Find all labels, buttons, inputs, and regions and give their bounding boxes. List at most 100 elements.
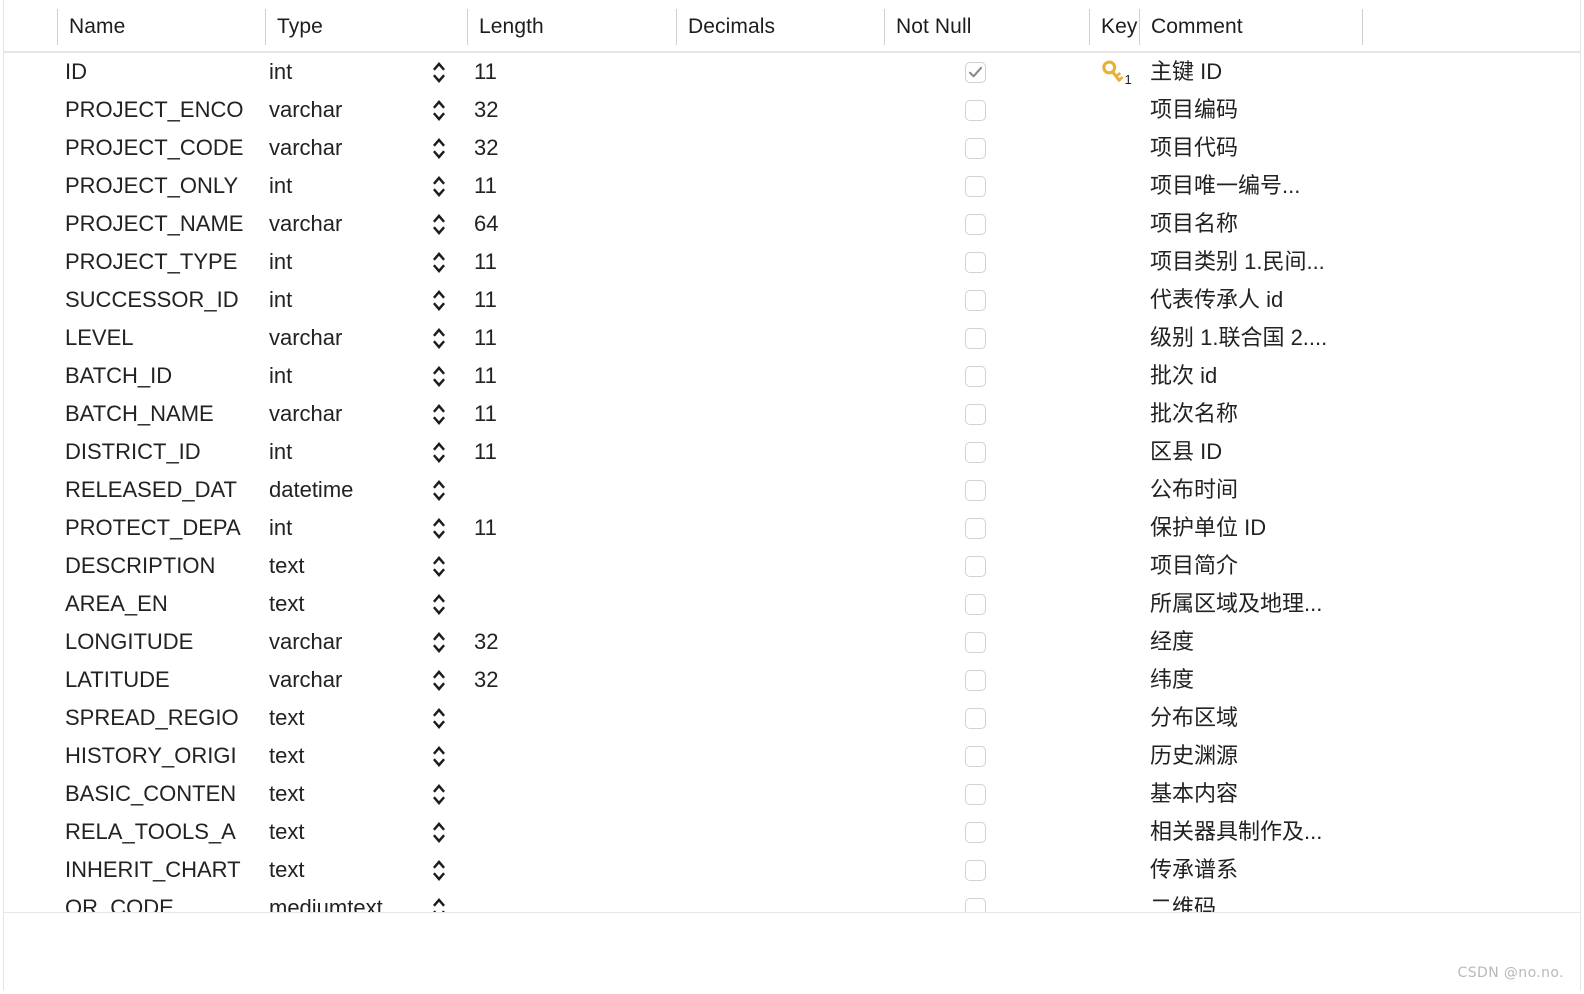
- column-key-cell[interactable]: [1094, 889, 1142, 912]
- column-key-cell[interactable]: [1094, 699, 1142, 737]
- column-name-cell[interactable]: DISTRICT_ID: [65, 433, 265, 471]
- column-name-cell[interactable]: AREA_EN: [65, 585, 265, 623]
- checkbox-unchecked-icon[interactable]: [965, 214, 986, 235]
- column-key-cell[interactable]: [1094, 471, 1142, 509]
- column-decimals-cell[interactable]: [680, 737, 870, 775]
- type-stepper-cell[interactable]: [428, 699, 462, 737]
- column-name-cell[interactable]: QR_CODE: [65, 889, 265, 912]
- type-stepper-cell[interactable]: [428, 243, 462, 281]
- table-row[interactable]: PROJECT_TYPE int 11 项目类别 1.民间...: [4, 243, 1580, 281]
- stepper-chevrons-icon[interactable]: [428, 479, 450, 502]
- column-not-null-cell[interactable]: [884, 205, 1084, 243]
- column-type-cell[interactable]: varchar: [269, 661, 424, 699]
- column-decimals-cell[interactable]: [680, 889, 870, 912]
- column-header-type[interactable]: Type: [265, 9, 467, 45]
- column-not-null-cell[interactable]: [884, 243, 1084, 281]
- column-key-cell[interactable]: [1094, 357, 1142, 395]
- column-length-cell[interactable]: 32: [474, 623, 664, 661]
- column-name-cell[interactable]: PROJECT_TYPE: [65, 243, 265, 281]
- table-row[interactable]: AREA_EN text 所属区域及地理...: [4, 585, 1580, 623]
- checkbox-unchecked-icon[interactable]: [965, 898, 986, 912]
- stepper-chevrons-icon[interactable]: [428, 213, 450, 236]
- checkbox-unchecked-icon[interactable]: [965, 518, 986, 539]
- type-stepper-cell[interactable]: [428, 319, 462, 357]
- column-not-null-cell[interactable]: [884, 737, 1084, 775]
- type-stepper-cell[interactable]: [428, 129, 462, 167]
- table-row[interactable]: PROJECT_ONLY int 11 项目唯一编号...: [4, 167, 1580, 205]
- column-key-cell[interactable]: [1094, 319, 1142, 357]
- table-row[interactable]: PROJECT_CODE varchar 32 项目代码: [4, 129, 1580, 167]
- column-decimals-cell[interactable]: [680, 395, 870, 433]
- checkbox-unchecked-icon[interactable]: [965, 100, 986, 121]
- column-decimals-cell[interactable]: [680, 547, 870, 585]
- stepper-chevrons-icon[interactable]: [428, 289, 450, 312]
- column-type-cell[interactable]: int: [269, 243, 424, 281]
- primary-key-icon[interactable]: 1: [1098, 60, 1134, 87]
- table-row[interactable]: LONGITUDE varchar 32 经度: [4, 623, 1580, 661]
- table-row[interactable]: ID int 11 1 主键 ID: [4, 53, 1580, 91]
- column-key-cell[interactable]: [1094, 851, 1142, 889]
- column-not-null-cell[interactable]: [884, 53, 1084, 91]
- column-decimals-cell[interactable]: [680, 243, 870, 281]
- table-row[interactable]: BATCH_NAME varchar 11 批次名称: [4, 395, 1580, 433]
- checkbox-unchecked-icon[interactable]: [965, 252, 986, 273]
- table-row[interactable]: HISTORY_ORIGI text 历史渊源: [4, 737, 1580, 775]
- checkbox-unchecked-icon[interactable]: [965, 594, 986, 615]
- table-row[interactable]: SUCCESSOR_ID int 11 代表传承人 id: [4, 281, 1580, 319]
- stepper-chevrons-icon[interactable]: [428, 745, 450, 768]
- column-comment-cell[interactable]: 历史渊源: [1150, 737, 1365, 775]
- stepper-chevrons-icon[interactable]: [428, 403, 450, 426]
- column-comment-cell[interactable]: 公布时间: [1150, 471, 1365, 509]
- column-type-cell[interactable]: text: [269, 699, 424, 737]
- column-type-cell[interactable]: varchar: [269, 623, 424, 661]
- column-key-cell[interactable]: [1094, 91, 1142, 129]
- column-name-cell[interactable]: RELA_TOOLS_A: [65, 813, 265, 851]
- column-length-cell[interactable]: [474, 775, 664, 813]
- column-length-cell[interactable]: 11: [474, 357, 664, 395]
- column-decimals-cell[interactable]: [680, 319, 870, 357]
- column-key-cell[interactable]: [1094, 623, 1142, 661]
- column-comment-cell[interactable]: 项目类别 1.民间...: [1150, 243, 1365, 281]
- column-decimals-cell[interactable]: [680, 699, 870, 737]
- checkbox-unchecked-icon[interactable]: [965, 860, 986, 881]
- column-key-cell[interactable]: [1094, 547, 1142, 585]
- column-key-cell[interactable]: [1094, 433, 1142, 471]
- checkbox-unchecked-icon[interactable]: [965, 670, 986, 691]
- column-decimals-cell[interactable]: [680, 775, 870, 813]
- column-name-cell[interactable]: SUCCESSOR_ID: [65, 281, 265, 319]
- column-not-null-cell[interactable]: [884, 585, 1084, 623]
- column-header-tail[interactable]: [1362, 9, 1582, 45]
- checkbox-unchecked-icon[interactable]: [965, 556, 986, 577]
- column-length-cell[interactable]: 11: [474, 53, 664, 91]
- column-key-cell[interactable]: [1094, 661, 1142, 699]
- column-not-null-cell[interactable]: [884, 433, 1084, 471]
- type-stepper-cell[interactable]: [428, 547, 462, 585]
- column-comment-cell[interactable]: 项目代码: [1150, 129, 1365, 167]
- column-length-cell[interactable]: 11: [474, 243, 664, 281]
- column-length-cell[interactable]: 11: [474, 319, 664, 357]
- column-header-not-null[interactable]: Not Null: [884, 9, 1089, 45]
- column-decimals-cell[interactable]: [680, 661, 870, 699]
- checkbox-unchecked-icon[interactable]: [965, 404, 986, 425]
- column-not-null-cell[interactable]: [884, 851, 1084, 889]
- column-name-cell[interactable]: PROJECT_CODE: [65, 129, 265, 167]
- column-decimals-cell[interactable]: [680, 585, 870, 623]
- column-header-decimals[interactable]: Decimals: [676, 9, 884, 45]
- type-stepper-cell[interactable]: [428, 775, 462, 813]
- column-decimals-cell[interactable]: [680, 129, 870, 167]
- type-stepper-cell[interactable]: [428, 889, 462, 912]
- column-comment-cell[interactable]: 传承谱系: [1150, 851, 1365, 889]
- table-row[interactable]: BASIC_CONTEN text 基本内容: [4, 775, 1580, 813]
- column-comment-cell[interactable]: 项目唯一编号...: [1150, 167, 1365, 205]
- type-stepper-cell[interactable]: [428, 395, 462, 433]
- column-comment-cell[interactable]: 项目简介: [1150, 547, 1365, 585]
- table-row[interactable]: PROTECT_DEPA int 11 保护单位 ID: [4, 509, 1580, 547]
- column-decimals-cell[interactable]: [680, 509, 870, 547]
- column-not-null-cell[interactable]: [884, 281, 1084, 319]
- column-type-cell[interactable]: int: [269, 167, 424, 205]
- column-decimals-cell[interactable]: [680, 813, 870, 851]
- column-not-null-cell[interactable]: [884, 167, 1084, 205]
- column-comment-cell[interactable]: 级别 1.联合国 2....: [1150, 319, 1365, 357]
- stepper-chevrons-icon[interactable]: [428, 327, 450, 350]
- checkbox-unchecked-icon[interactable]: [965, 328, 986, 349]
